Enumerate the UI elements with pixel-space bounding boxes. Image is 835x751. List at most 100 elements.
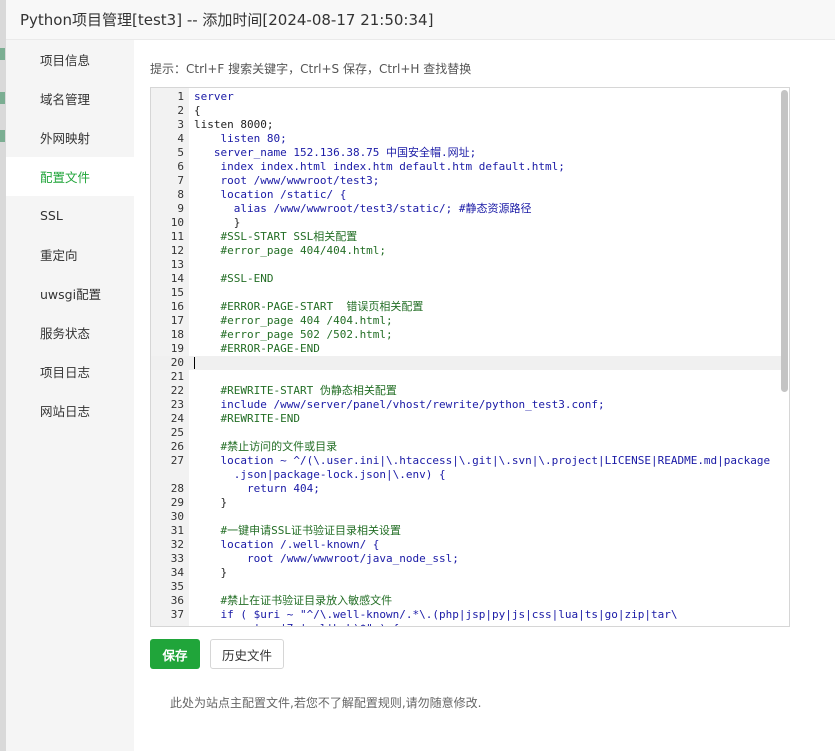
code-line[interactable]: 6 index index.html index.htm default.htm…	[151, 160, 781, 174]
sidebar-item-port-mapping[interactable]: 外网映射	[6, 118, 134, 157]
code-text: location /.well-known/ {	[194, 538, 380, 551]
code-line[interactable]: 20	[151, 356, 781, 370]
sidebar-item-project-info[interactable]: 项目信息	[6, 40, 134, 79]
code-line[interactable]: 34 }	[151, 566, 781, 580]
code-line[interactable]: 30	[151, 510, 781, 524]
code-line[interactable]: 21	[151, 370, 781, 384]
code-line[interactable]: 27 location ~ ^/(\.user.ini|\.htaccess|\…	[151, 454, 781, 468]
code-line[interactable]: 36 #禁止在证书验证目录放入敏感文件	[151, 594, 781, 608]
line-number: 17	[170, 314, 184, 327]
code-line[interactable]: 32 location /.well-known/ {	[151, 538, 781, 552]
code-text: #SSL-END	[194, 272, 274, 285]
code-line[interactable]: 23 include /www/server/panel/vhost/rewri…	[151, 398, 781, 412]
code-line[interactable]: 25	[151, 426, 781, 440]
code-lines[interactable]: 1 server 2{3 listen 8000; 4 listen 80; 5 serv…	[151, 90, 781, 626]
code-line[interactable]: 17 #error_page 404 /404.html;	[151, 314, 781, 328]
line-number: 9	[177, 202, 184, 215]
code-text: #SSL-START SSL相关配置	[194, 230, 358, 243]
code-text: #REWRITE-START 伪静态相关配置	[194, 384, 397, 397]
sidebar: 项目信息 域名管理 外网映射 配置文件 SSL 重定向 uwsgi配置 服务状态…	[6, 40, 134, 751]
code-line[interactable]: 29 }	[151, 496, 781, 510]
code-text: root /www/wwwroot/java_node_ssl;	[194, 552, 459, 565]
text-cursor	[194, 357, 195, 369]
config-editor[interactable]: 1 server 2{3 listen 8000; 4 listen 80; 5 serv…	[150, 87, 790, 627]
code-line[interactable]: 33 root /www/wwwroot/java_node_ssl;	[151, 552, 781, 566]
code-line[interactable]: 3 listen 8000;	[151, 118, 781, 132]
code-line[interactable]: 13	[151, 258, 781, 272]
code-text: #REWRITE-END	[194, 412, 300, 425]
main-panel: 提示：Ctrl+F 搜索关键字，Ctrl+S 保存，Ctrl+H 查找替换 1s…	[134, 40, 835, 751]
line-number: 37	[170, 608, 184, 621]
code-text: #一键申请SSL证书验证目录相关设置	[194, 524, 401, 537]
code-text: }	[194, 496, 228, 509]
line-number: 24	[170, 412, 184, 425]
line-number: 23	[170, 398, 184, 411]
line-number: 15	[170, 286, 184, 299]
line-number: 16	[170, 300, 184, 313]
code-line[interactable]: 15	[151, 286, 781, 300]
line-number: 2	[177, 104, 184, 117]
code-line[interactable]: 12 #error_page 404/404.html;	[151, 244, 781, 258]
code-text: #error_page 404/404.html;	[194, 244, 387, 257]
line-number: 35	[170, 580, 184, 593]
sidebar-item-service-status[interactable]: 服务状态	[6, 313, 134, 352]
line-number: 5	[177, 146, 184, 159]
code-text: server	[194, 90, 234, 103]
code-text: root /www/wwwroot/test3;	[194, 174, 380, 187]
editor-scrollbar[interactable]	[781, 90, 788, 392]
code-line[interactable]: 2{	[151, 104, 781, 118]
history-files-button[interactable]: 历史文件	[210, 639, 284, 669]
code-line[interactable]: 26 #禁止访问的文件或目录	[151, 440, 781, 454]
background-mark	[0, 48, 5, 60]
line-number: 33	[170, 552, 184, 565]
line-number: 21	[170, 370, 184, 383]
code-line[interactable]: 8 location /static/ {	[151, 188, 781, 202]
code-text: }	[194, 216, 241, 229]
sidebar-item-config-file[interactable]: 配置文件	[6, 157, 134, 196]
sidebar-item-ssl[interactable]: SSL	[6, 196, 134, 235]
line-number: 4	[177, 132, 184, 145]
code-line[interactable]: 10 }	[151, 216, 781, 230]
sidebar-item-uwsgi[interactable]: uwsgi配置	[6, 274, 134, 313]
line-number: 8	[177, 188, 184, 201]
code-line[interactable]: 5 server_name 152.136.38.75 中国安全帽.网址;	[151, 146, 781, 160]
line-number: 27	[170, 454, 184, 467]
code-line[interactable]: 18 #error_page 502 /502.html;	[151, 328, 781, 342]
code-line[interactable]: 14 #SSL-END	[151, 272, 781, 286]
code-line[interactable]: 35	[151, 580, 781, 594]
code-text: .gz|rar|7z|sql|bak)$" ) {	[194, 622, 400, 626]
code-line[interactable]: 1 server	[151, 90, 781, 104]
code-text: listen 8000;	[194, 118, 274, 131]
shortcut-hint: 提示：Ctrl+F 搜索关键字，Ctrl+S 保存，Ctrl+H 查找替换	[150, 62, 472, 76]
dialog-titlebar: Python项目管理[test3] -- 添加时间[2024-08-17 21:…	[6, 0, 835, 40]
code-line[interactable]: 22 #REWRITE-START 伪静态相关配置	[151, 384, 781, 398]
code-line[interactable]: 31 #一键申请SSL证书验证目录相关设置	[151, 524, 781, 538]
line-number: 20	[170, 356, 184, 369]
code-line[interactable]: 7 root /www/wwwroot/test3;	[151, 174, 781, 188]
sidebar-item-redirect[interactable]: 重定向	[6, 235, 134, 274]
code-line[interactable]: .json|package-lock.json|\.env) {	[151, 468, 781, 482]
code-line[interactable]: 19 #ERROR-PAGE-END	[151, 342, 781, 356]
code-text: location /static/ {	[194, 188, 347, 201]
line-number: 11	[170, 230, 184, 243]
code-line[interactable]: 4 listen 80;	[151, 132, 781, 146]
line-number: 31	[170, 524, 184, 537]
code-line[interactable]: 37 if ( $uri ~ "^/\.well-known/.*\.(php|…	[151, 608, 781, 622]
save-button[interactable]: 保存	[150, 639, 200, 669]
code-text: location ~ ^/(\.user.ini|\.htaccess|\.gi…	[194, 454, 771, 467]
code-text: if ( $uri ~ "^/\.well-known/.*\.(php|jsp…	[194, 608, 678, 621]
line-number: 25	[170, 426, 184, 439]
line-number: 32	[170, 538, 184, 551]
code-line[interactable]: 28 return 404;	[151, 482, 781, 496]
sidebar-item-site-log[interactable]: 网站日志	[6, 391, 134, 430]
code-line[interactable]: 9 alias /www/wwwroot/test3/static/; #静态资…	[151, 202, 781, 216]
sidebar-item-project-log[interactable]: 项目日志	[6, 352, 134, 391]
code-line[interactable]: 16 #ERROR-PAGE-START 错误页相关配置	[151, 300, 781, 314]
sidebar-item-domain[interactable]: 域名管理	[6, 79, 134, 118]
code-text: #禁止访问的文件或目录	[194, 440, 338, 453]
line-number: 1	[177, 90, 184, 103]
code-line[interactable]: .gz|rar|7z|sql|bak)$" ) {	[151, 622, 781, 626]
code-line[interactable]: 11 #SSL-START SSL相关配置	[151, 230, 781, 244]
code-text: {	[194, 104, 201, 117]
code-line[interactable]: 24 #REWRITE-END	[151, 412, 781, 426]
